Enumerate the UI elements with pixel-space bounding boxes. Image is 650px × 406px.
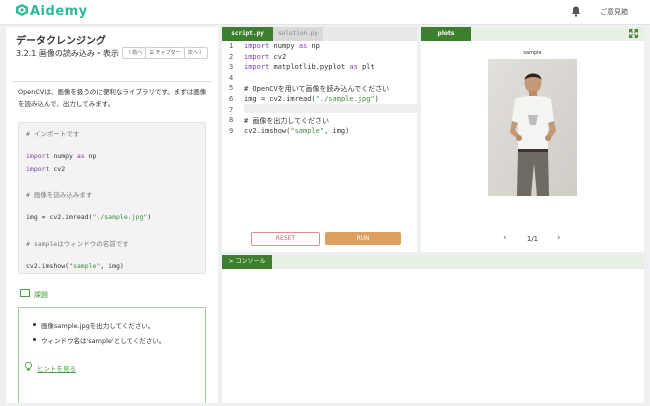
code-token: np [84, 152, 97, 161]
code-token: np [307, 42, 320, 50]
hint-link[interactable]: ヒントを見る [37, 363, 76, 373]
task-heading: 課題 [20, 289, 48, 300]
tab-script-py[interactable]: script.py [222, 27, 273, 41]
bulb-icon [25, 362, 32, 371]
line-number: 3 [229, 63, 234, 72]
editor-code-line: import matplotlib.pyplot as plt [244, 63, 375, 71]
task-heading-label: 課題 [34, 291, 48, 299]
code-token: # OpenCVを用いて画像を読み込んでください [244, 85, 390, 94]
code-editor-panel: script.py solution.py 1 2 34 5 6 7 89 import n… [222, 27, 417, 252]
divider [12, 81, 212, 82]
line-number: 9 [229, 126, 234, 135]
lesson-panel: データクレンジング 3.2.1 画像の読み込み・表示 〈 前へ ☰ チャプター … [6, 27, 218, 403]
reset-button[interactable]: RESET [251, 232, 320, 246]
line-number-gutter: 1 2 34 5 6 7 89 [222, 41, 244, 226]
expand-icon[interactable] [629, 29, 638, 38]
line-number: 4 [229, 73, 234, 82]
code-token: numpy [49, 152, 77, 161]
code-token: cv2 [49, 164, 66, 173]
lesson-title: データクレンジング [16, 36, 106, 47]
code-token: "sample" [290, 126, 325, 135]
line-number: 2 [229, 52, 234, 61]
code-token: cv2.imshow( [26, 262, 70, 271]
code-token: "sample" [69, 262, 101, 271]
tab-plots[interactable]: plots [421, 27, 471, 41]
editor-code-line: import cv2 [244, 53, 286, 61]
code-token: import [244, 52, 270, 61]
code-token: cv2.imshow( [244, 126, 291, 135]
top-bar: Aidemy ご意見箱 [0, 0, 650, 25]
logo-text: Aidemy [30, 4, 88, 19]
code-token: import [244, 63, 270, 72]
code-token: img = cv2.imread( [244, 95, 316, 103]
code-token: "./sample.jpg" [92, 213, 148, 222]
plot-pager: 1/1 [526, 235, 539, 243]
code-token: "./sample.jpg" [315, 95, 375, 103]
plots-panel: plots sample ‹ 1/1 › [421, 27, 644, 252]
section-title: 3.2.1 画像の読み込み・表示 [16, 49, 119, 58]
feedback-link[interactable]: ご意見箱 [600, 7, 628, 17]
lesson-description: OpenCVは、画像を扱うのに便利なライブラリです。まずは画像を読み込んで、出力… [18, 88, 207, 108]
line-number: 5 [229, 84, 234, 93]
example-code-line: cv2.imshow("sample", img) [26, 262, 124, 270]
code-token: cv2 [269, 52, 287, 61]
editor-code-line: cv2.imshow("sample", img) [244, 127, 349, 135]
figure-title: sample [523, 50, 542, 56]
console-panel: > コンソール [222, 255, 644, 403]
code-token: import [26, 164, 50, 173]
editor-code-line: # 画像を出力してください [244, 116, 329, 126]
code-token: ) [147, 213, 152, 222]
line-number: 8 [229, 116, 234, 125]
code-token: # 画像を出力してください [244, 117, 330, 126]
hint-label: ヒントを見る [37, 365, 76, 373]
code-token: as [76, 152, 85, 161]
example-code-block: # インポートです import numpy as np import cv2 # 画… [18, 122, 206, 274]
editor-code-line: import numpy as np [244, 42, 320, 50]
task-item: ウィンドウ名は'sample'としてください。 [32, 337, 166, 345]
code-token: as [298, 42, 308, 50]
code-token: ) [374, 95, 379, 103]
sample-photo [488, 59, 577, 196]
editor-code-line: img = cv2.imread("./sample.jpg") [244, 95, 379, 103]
code-token: as [349, 63, 358, 72]
code-token: plt [357, 63, 375, 72]
prev-button[interactable]: 〈 前へ [122, 47, 146, 59]
code-text-area[interactable]: import numpy as np import cv2 import matpl… [244, 41, 417, 226]
editor-code-line: # OpenCVを用いて画像を読み込んでください [244, 84, 389, 94]
example-code-line: import numpy as np [26, 152, 96, 160]
aidemy-logo[interactable]: Aidemy [16, 4, 88, 19]
example-code-line: import cv2 [26, 165, 65, 173]
code-token: import [26, 152, 50, 161]
editor-tabs: script.py solution.py [222, 27, 417, 41]
book-icon [20, 289, 30, 297]
code-token: , img) [100, 262, 124, 271]
tab-console[interactable]: > コンソール [222, 255, 272, 269]
plot-next-button[interactable]: › [557, 233, 561, 243]
code-token: import [244, 42, 270, 50]
chapter-button[interactable]: ☰ チャプター [145, 47, 185, 59]
example-code-line: img = cv2.imread("./sample.jpg") [26, 213, 151, 221]
next-button[interactable]: 次へ 〉 [184, 47, 208, 59]
line-number: 1 [229, 42, 234, 50]
line-number: 7 [229, 105, 234, 114]
task-box: 画像sample.jpgを出力してください。 ウィンドウ名は'sample'とし… [18, 307, 206, 403]
example-code-line: # インポートです [26, 130, 80, 138]
tab-solution-py[interactable]: solution.py [273, 27, 323, 41]
bell-icon[interactable] [571, 6, 581, 17]
line-number: 6 [229, 95, 234, 103]
run-button[interactable]: RUN [325, 232, 401, 245]
example-code-line: # 画像を読み込みます [26, 191, 93, 199]
example-code-line: # sampleはウィンドウの名前です [26, 239, 129, 248]
code-token: numpy [269, 42, 299, 50]
code-token: img = cv2.imread( [26, 213, 93, 222]
code-token: , img) [324, 126, 350, 135]
console-header: > コンソール [222, 255, 644, 269]
aidemy-logo-icon [16, 4, 28, 16]
plots-header: plots [421, 27, 644, 41]
code-token: matplotlib.pyplot [269, 63, 350, 72]
task-item: 画像sample.jpgを出力してください。 [32, 322, 155, 330]
